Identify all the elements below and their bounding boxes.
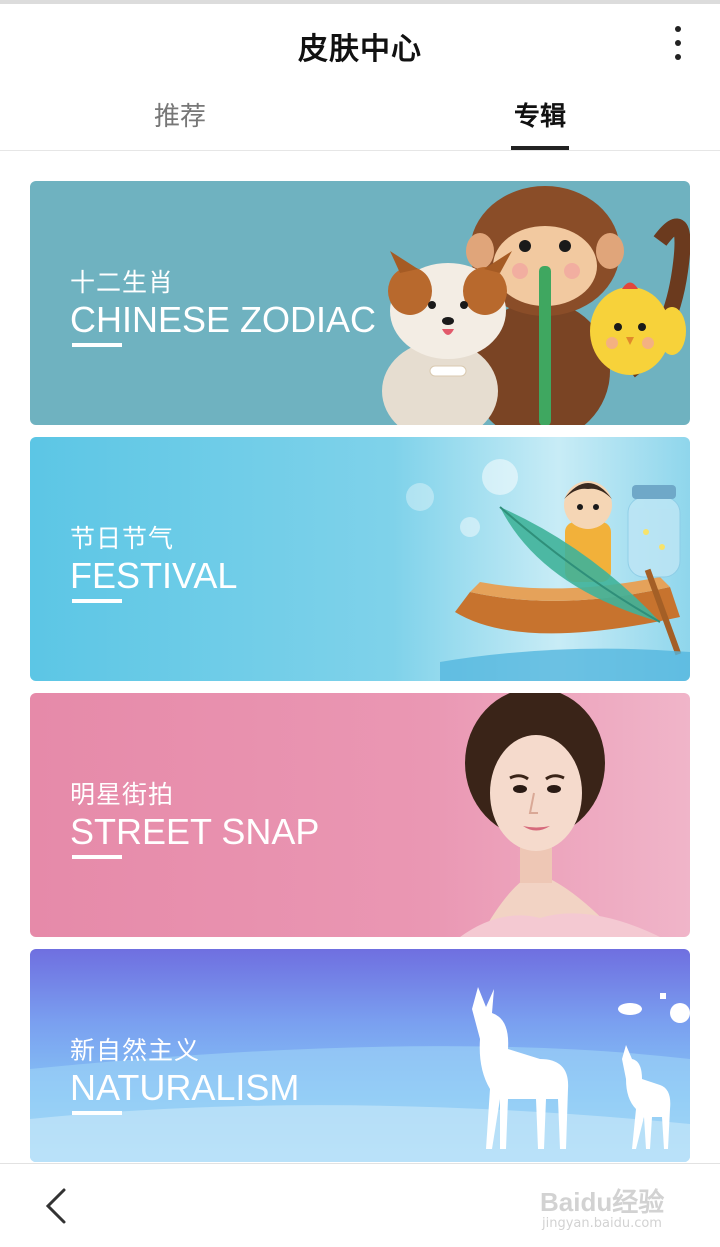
title-underline — [72, 343, 122, 347]
zodiac-illustration — [382, 186, 690, 425]
album-title-en: FESTIVAL — [70, 555, 238, 596]
deer-illustration — [472, 987, 690, 1149]
chevron-left-icon[interactable] — [40, 1186, 76, 1226]
album-list: 十二生肖 CHINESE ZODIAC 节日节气 FESTIVAL 明星街拍 S… — [30, 181, 690, 1174]
festival-illustration — [406, 459, 690, 681]
watermark: Baidu经验 jingyan.baidu.com — [540, 1182, 680, 1238]
active-tab-indicator — [511, 146, 569, 150]
album-card-naturalism[interactable]: 新自然主义 NATURALISM — [30, 949, 690, 1162]
album-title-en: STREET SNAP — [70, 811, 320, 852]
album-card-street-snap[interactable]: 明星街拍 STREET SNAP — [30, 693, 690, 937]
title-underline — [72, 599, 122, 603]
album-title-cn: 十二生肖 — [70, 268, 175, 297]
album-card-chinese-zodiac[interactable]: 十二生肖 CHINESE ZODIAC — [30, 181, 690, 425]
watermark-url: jingyan.baidu.com — [542, 1216, 662, 1231]
album-card-festival[interactable]: 节日节气 FESTIVAL — [30, 437, 690, 681]
more-vertical-icon[interactable] — [666, 26, 690, 60]
album-title-cn: 节日节气 — [70, 524, 175, 553]
watermark-logo: Baidu经验 — [540, 1187, 665, 1217]
album-title-cn: 新自然主义 — [70, 1036, 201, 1065]
title-underline — [72, 855, 122, 859]
header: 皮肤中心 — [0, 4, 720, 76]
street-snap-photo — [460, 693, 660, 937]
tab-album[interactable]: 专辑 — [480, 96, 600, 133]
bottom-bar: Baidu经验 jingyan.baidu.com — [0, 1163, 720, 1247]
page-title: 皮肤中心 — [298, 32, 422, 67]
tab-recommend[interactable]: 推荐 — [120, 96, 240, 133]
title-underline — [72, 1111, 122, 1115]
album-title-en: CHINESE ZODIAC — [70, 299, 377, 340]
album-title-en: NATURALISM — [70, 1067, 300, 1108]
album-title-cn: 明星街拍 — [70, 780, 175, 809]
tab-bar: 推荐 专辑 — [0, 76, 720, 151]
